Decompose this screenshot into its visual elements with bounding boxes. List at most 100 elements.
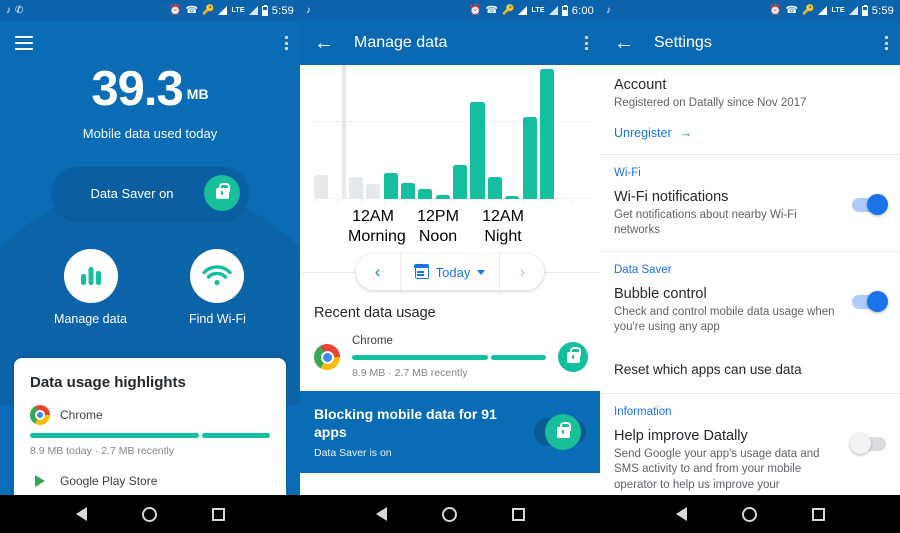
missed-call-4g-icon: ☎ <box>785 4 799 16</box>
menu-button[interactable] <box>12 31 36 55</box>
back-button-settings[interactable]: ← <box>612 31 636 55</box>
nav-recent-icon[interactable] <box>811 507 825 521</box>
nav-back-icon[interactable] <box>75 507 87 521</box>
overflow-menu-button-home[interactable] <box>285 36 288 50</box>
help-improve-toggle[interactable] <box>850 432 886 454</box>
highlight-app-name: Chrome <box>60 408 103 422</box>
data-saver-pill[interactable]: Data Saver on <box>52 167 248 219</box>
highlight-usage-meta: 8.9 MB today · 2.7 MB recently <box>30 445 175 457</box>
data-saver-label: Data Saver on <box>90 185 174 201</box>
settings-item-help-improve[interactable]: Help improve Datally Send Google your ap… <box>600 418 900 495</box>
settings-category-data-saver: Data Saver <box>614 263 672 276</box>
quick-action-manage-data[interactable]: Manage data <box>54 249 127 326</box>
status-bar-clock: 6:00 <box>571 4 594 17</box>
quick-action-find-wifi[interactable]: Find Wi-Fi <box>189 249 246 326</box>
signal-icon <box>518 6 528 15</box>
chrome-icon <box>314 344 340 370</box>
bubble-control-toggle[interactable] <box>852 290 888 312</box>
arrow-forward-icon: → <box>679 125 693 140</box>
settings-item-bubble-control[interactable]: Bubble control Check and control mobile … <box>600 276 900 348</box>
blocking-banner-title: Blocking mobile data for 91 apps <box>314 406 497 441</box>
signal2-icon <box>848 6 858 15</box>
chrome-icon <box>30 405 50 425</box>
alarm-icon: ⏰ <box>769 4 782 16</box>
panel-settings: ♪ ⏰ ☎ 🔑 LTE 5:59 ← Settings Account Regi… <box>600 0 900 495</box>
settings-item-subtitle: Get notifications about nearby Wi-Fi net… <box>614 208 797 237</box>
nav-home-icon[interactable] <box>441 506 457 522</box>
status-bar-app-icons-settings: ♪ <box>606 4 611 16</box>
chart-xtick-2: 12AM Night <box>482 208 524 245</box>
caret-down-icon <box>477 269 486 275</box>
date-picker-button[interactable]: Today <box>399 254 501 290</box>
status-bar-app-icons: ♪ ✆ <box>6 4 24 16</box>
chart-bar <box>383 173 398 199</box>
arrow-back-icon: ← <box>614 32 634 54</box>
lock-icon <box>204 175 240 211</box>
page-title-manage: Manage data <box>354 34 448 51</box>
status-bar-clock: 5:59 <box>871 4 894 17</box>
nav-home-icon[interactable] <box>741 506 757 522</box>
chart-bar <box>418 189 433 199</box>
settings-item-title: Wi-Fi notifications <box>614 188 729 205</box>
nav-recent-icon[interactable] <box>211 507 225 521</box>
status-bar-system-icons-settings: ⏰ ☎ 🔑 LTE 5:59 <box>769 4 894 17</box>
unregister-link[interactable]: Unregister → <box>614 126 886 140</box>
date-navigator: ‹ Today › <box>300 245 600 299</box>
nav-segment-3 <box>600 495 900 533</box>
panel-manage-data: ♪ ⏰ ☎ 🔑 LTE 6:00 ← Manage data 12AM Morn… <box>300 0 600 495</box>
nav-segment-2 <box>300 495 600 533</box>
highlights-title: Data usage highlights <box>30 374 186 391</box>
vpn-key-icon: 🔑 <box>802 4 815 16</box>
settings-item-title: Bubble control <box>614 285 707 302</box>
chart-x-axis-labels: 12AM Morning 12PM Noon 12AM Night <box>300 199 600 245</box>
whatsapp-icon: ✆ <box>15 4 24 16</box>
unregister-label: Unregister <box>614 125 672 140</box>
back-button-manage[interactable]: ← <box>312 31 336 55</box>
highlight-app-row-chrome[interactable]: Chrome <box>30 405 270 425</box>
nav-home-icon[interactable] <box>141 506 157 522</box>
recent-usage-meta: 8.9 MB · 2.7 MB recently <box>352 367 468 379</box>
app-bar-home <box>0 21 300 65</box>
status-bar-app-icons-manage: ♪ <box>306 5 311 16</box>
lte-icon: LTE <box>831 7 845 14</box>
status-bar-system-icons: ⏰ ☎ 🔑 LTE 5:59 <box>169 4 294 17</box>
date-prev-button[interactable]: ‹ <box>356 254 400 290</box>
wifi-notifications-toggle[interactable] <box>852 193 888 215</box>
page-title-settings: Settings <box>654 34 712 51</box>
quick-actions: Manage data Find Wi-Fi <box>0 249 300 326</box>
screenshot-root: ♪ ✆ ⏰ ☎ 🔑 LTE 5:59 39.3 MB Mobile data u… <box>0 0 900 533</box>
data-saver-toggle[interactable] <box>534 414 586 451</box>
status-bar-clock: 5:59 <box>271 4 294 17</box>
chart-bar <box>400 182 416 199</box>
settings-item-subtitle: Send Google your app's usage data and SM… <box>614 447 820 491</box>
calendar-icon <box>413 264 430 279</box>
blocking-banner[interactable]: Blocking mobile data for 91 apps Data Sa… <box>300 391 600 474</box>
reset-apps-data-item[interactable]: Reset which apps can use data <box>600 348 900 393</box>
data-usage-value: 39.3 <box>91 65 183 116</box>
chart-bars <box>314 69 555 199</box>
lte-icon: LTE <box>531 7 545 14</box>
status-bar-system-icons-manage: ⏰ ☎ 🔑 LTE 6:00 <box>469 4 594 17</box>
settings-item-text: Bubble control Check and control mobile … <box>614 286 852 336</box>
highlight-app-row-play-store[interactable]: Google Play Store <box>30 471 270 491</box>
chevron-right-icon: › <box>519 262 526 281</box>
settings-item-wifi-notifications[interactable]: Wi-Fi notifications Get notifications ab… <box>600 179 900 251</box>
nav-recent-icon[interactable] <box>511 507 525 521</box>
battery-icon <box>861 4 868 16</box>
datally-icon: ♪ <box>606 4 611 16</box>
app-lock-toggle[interactable] <box>558 342 588 372</box>
highlight-usage-bar <box>30 433 270 438</box>
overflow-menu-button-manage[interactable] <box>585 36 588 50</box>
lte-icon: LTE <box>231 7 245 14</box>
nav-back-icon[interactable] <box>675 507 687 521</box>
datally-icon: ♪ <box>6 4 11 16</box>
data-usage-unit: MB <box>186 86 209 102</box>
settings-item-text: Wi-Fi notifications Get notifications ab… <box>614 189 852 239</box>
app-bar-manage-data: ← Manage data <box>300 21 600 65</box>
status-bar-settings: ♪ ⏰ ☎ 🔑 LTE 5:59 <box>600 0 900 21</box>
recent-app-row-chrome[interactable]: Chrome 8.9 MB · 2.7 MB recently <box>300 321 600 391</box>
overflow-menu-button-settings[interactable] <box>885 36 888 50</box>
nav-back-icon[interactable] <box>375 507 387 521</box>
recent-app-name: Chrome <box>352 335 393 347</box>
date-next-button[interactable]: › <box>500 254 544 290</box>
